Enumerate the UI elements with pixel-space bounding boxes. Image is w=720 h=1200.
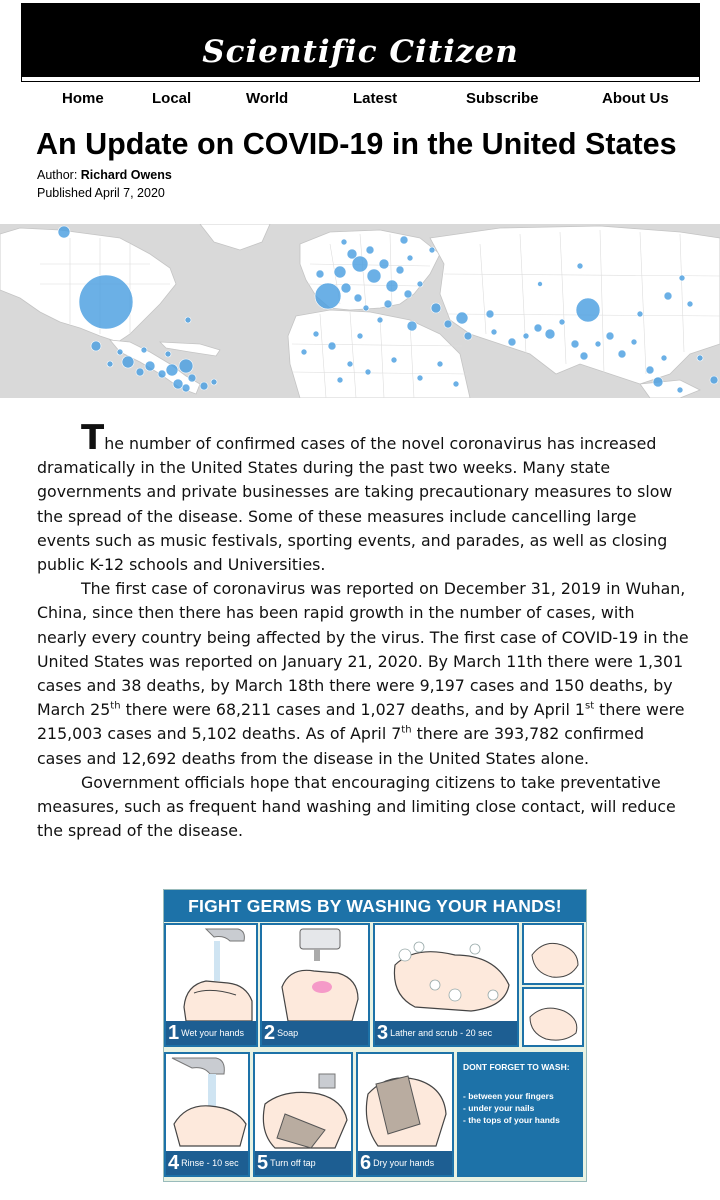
step-5-caption: 5 Turn off tap [255,1151,351,1175]
step-number: 5 [257,1151,269,1174]
superscript: th [401,725,412,737]
lather-icon [393,941,510,1012]
poster-title: FIGHT GERMS BY WASHING YOUR HANDS! [164,890,586,922]
masthead: Scientific Citizen [21,3,700,82]
drop-cap: T [81,418,105,458]
reminder-title: DONT FORGET TO WASH: [463,1062,570,1072]
reminder-box: DONT FORGET TO WASH: - between your fing… [457,1052,583,1177]
scrub-fingertips-icon [531,942,579,978]
nav-home[interactable]: Home [62,90,104,107]
byline: Author: Richard Owens [37,168,172,182]
step-number: 6 [360,1151,372,1174]
nav-world[interactable]: World [246,90,288,107]
step-label: Dry your hands [373,1158,435,1168]
scrub-detail-panel-bottom [522,987,584,1047]
nav-about-us[interactable]: About Us [602,90,669,107]
publish-date: Published April 7, 2020 [37,186,165,200]
step-1-caption: 1 Wet your hands [166,1021,256,1045]
step-4-caption: 4 Rinse - 10 sec [166,1151,248,1175]
nav-local[interactable]: Local [152,90,191,107]
reminder-item: - the tops of your hands [463,1115,560,1125]
rinse-icon [171,1057,247,1147]
author-label: Author: [37,168,81,182]
step-label: Lather and scrub - 20 sec [390,1028,493,1038]
step-6-caption: 6 Dry your hands [358,1151,452,1175]
site-logo[interactable]: Scientific Citizen [202,34,519,70]
turn-off-tap-icon [262,1073,348,1149]
wet-hands-icon [183,928,253,1022]
step-label: Turn off tap [270,1158,316,1168]
scrub-thumbs-icon [529,1007,578,1041]
step-number: 1 [168,1021,180,1044]
step-panel-wet: 1 Wet your hands [164,923,258,1047]
step-panel-dry: 6 Dry your hands [356,1052,454,1177]
step-number: 4 [168,1151,180,1174]
step-panel-lather: 3 Lather and scrub - 20 sec [373,923,519,1047]
superscript: th [110,700,121,712]
article-title: An Update on COVID-19 in the United Stat… [36,127,677,161]
step-3-caption: 3 Lather and scrub - 20 sec [375,1021,517,1045]
step-panel-soap: 2 Soap [260,923,370,1047]
reminder-item: - between your fingers [463,1091,554,1101]
scrub-detail-panel-top [522,923,584,985]
superscript: st [584,700,595,712]
author-name[interactable]: Richard Owens [81,168,172,182]
step-2-caption: 2 Soap [262,1021,368,1045]
step-label: Wet your hands [181,1028,244,1038]
main-nav: Home Local World Latest Subscribe About … [22,84,699,114]
world-map-graphic [0,224,720,398]
step-number: 2 [264,1021,276,1044]
nav-subscribe[interactable]: Subscribe [466,90,539,107]
step-number: 3 [377,1021,389,1044]
step-label: Rinse - 10 sec [181,1158,239,1168]
step-panel-turn-off: 5 Turn off tap [253,1052,353,1177]
dry-hands-icon [365,1075,447,1147]
paragraph-1: The number of confirmed cases of the nov… [37,421,689,577]
step-label: Soap [277,1028,299,1038]
paragraph-2-text-a: The first case of coronavirus was report… [37,579,689,720]
reminder-item: - under your nails [463,1103,535,1113]
soap-icon [281,928,359,1022]
article-body: The number of confirmed cases of the nov… [37,421,689,843]
step-panel-rinse: 4 Rinse - 10 sec [164,1052,250,1177]
paragraph-1-text: he number of confirmed cases of the nove… [37,434,673,575]
paragraph-2-text-b: there were 68,211 cases and 1,027 deaths… [120,700,585,720]
covid-map-image [0,224,720,398]
nav-latest[interactable]: Latest [353,90,397,107]
paragraph-2: The first case of coronavirus was report… [37,577,689,771]
paragraph-3: Government officials hope that encouragi… [37,772,676,841]
